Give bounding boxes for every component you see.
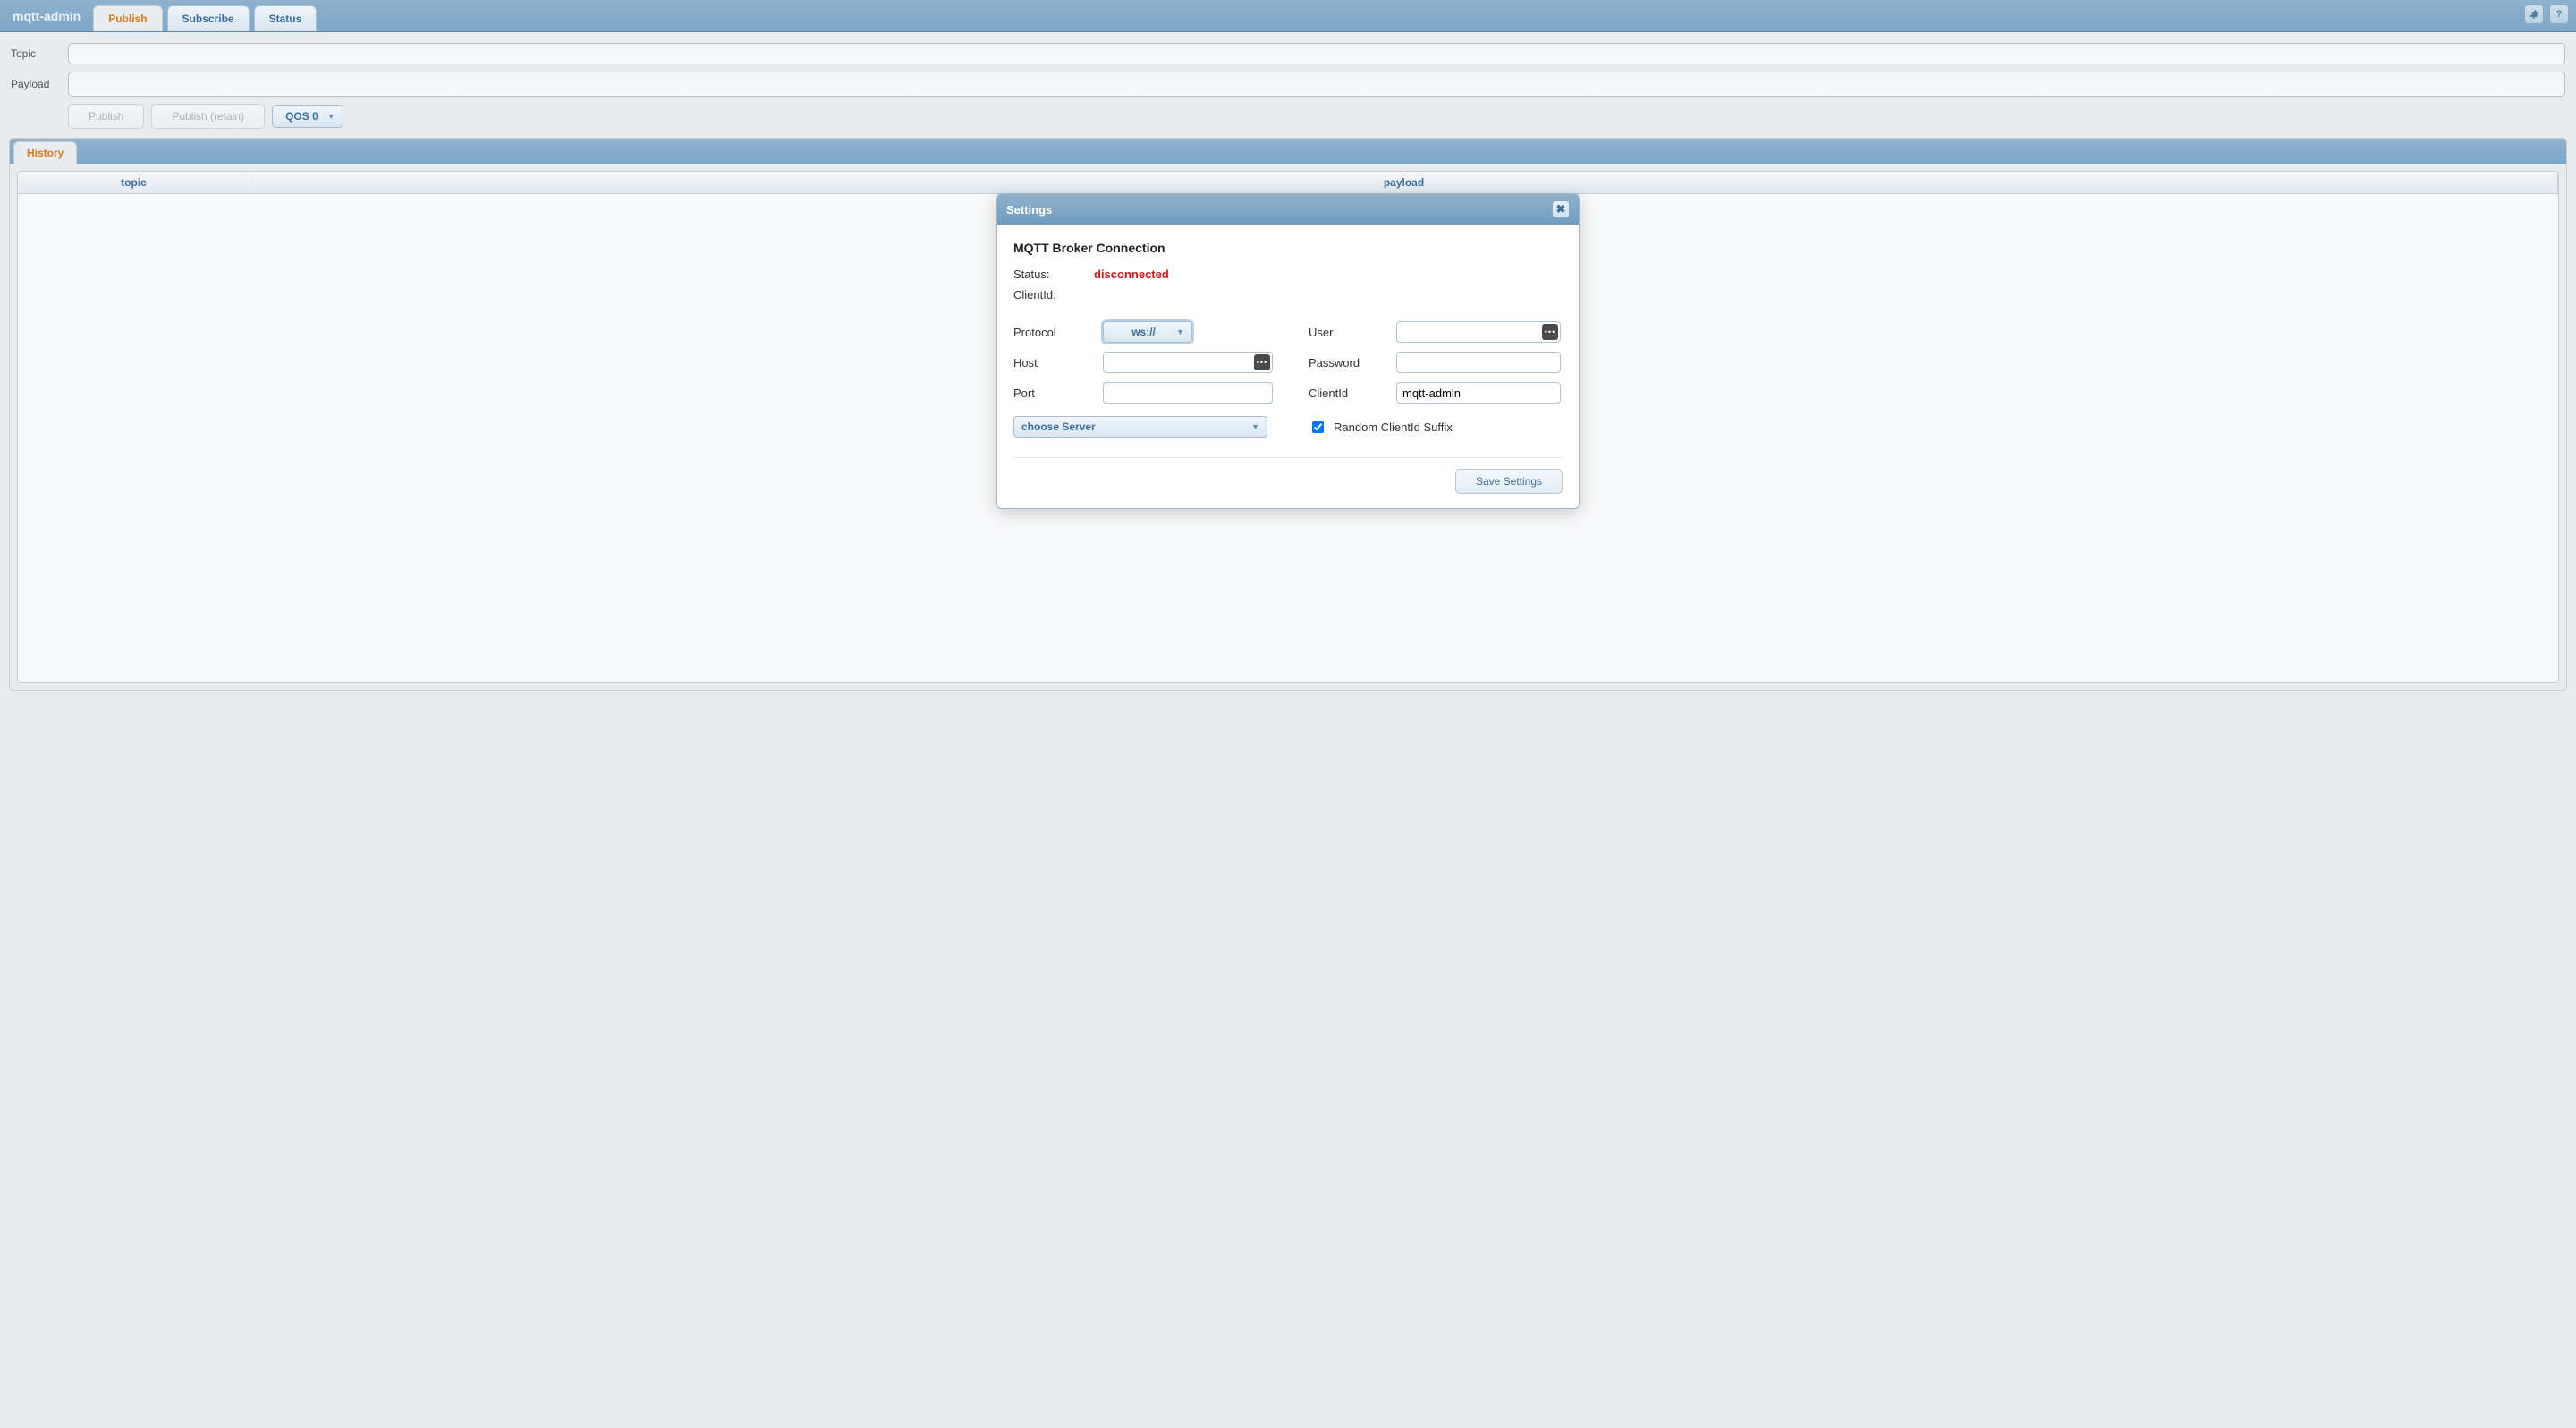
choose-server-label: choose Server [1021,421,1096,433]
payload-label: Payload [11,78,68,90]
status-label: Status: [1013,268,1094,281]
chevron-down-icon: ▼ [1251,422,1259,431]
gear-icon[interactable] [2524,4,2544,24]
protocol-select[interactable]: ws:// ▼ [1103,321,1192,343]
chevron-down-icon: ▼ [327,112,335,121]
clientid-status-label: ClientId: [1013,288,1094,302]
save-settings-button[interactable]: Save Settings [1455,469,1563,494]
publish-retain-button[interactable]: Publish (retain) [151,104,265,129]
qos-select-label: QOS 0 [285,110,318,123]
random-suffix-checkbox[interactable] [1312,421,1324,433]
protocol-label: Protocol [1013,326,1103,339]
top-tabs: Publish Subscribe Status [93,5,317,31]
port-label: Port [1013,387,1103,400]
more-icon[interactable]: ••• [1542,324,1558,340]
host-input[interactable] [1103,352,1273,373]
user-label: User [1309,326,1396,339]
dialog-titlebar[interactable]: Settings ✖ [997,194,1579,225]
qos-select[interactable]: QOS 0 ▼ [272,105,343,128]
dialog-heading: MQTT Broker Connection [1013,241,1563,255]
close-icon[interactable]: ✖ [1552,200,1570,218]
random-suffix-label: Random ClientId Suffix [1334,421,1453,434]
topbar: mqtt-admin Publish Subscribe Status ? [0,0,2576,32]
tab-status[interactable]: Status [254,5,318,31]
host-label: Host [1013,356,1103,370]
app-title: mqtt-admin [13,9,80,31]
clientid-input[interactable] [1396,382,1561,404]
history-col-payload[interactable]: payload [250,172,2558,193]
chevron-down-icon: ▼ [1176,327,1184,336]
clientid-label: ClientId [1309,387,1396,400]
user-input[interactable] [1396,321,1561,343]
tab-publish[interactable]: Publish [93,5,162,31]
status-value: disconnected [1094,268,1169,281]
protocol-select-value: ws:// [1111,326,1176,338]
port-input[interactable] [1103,382,1273,404]
history-col-topic[interactable]: topic [18,172,250,193]
password-label: Password [1309,356,1396,370]
tab-history[interactable]: History [13,141,77,164]
topic-input[interactable] [68,43,2565,64]
choose-server-select[interactable]: choose Server ▼ [1013,416,1267,438]
topbar-right: ? [2524,4,2569,24]
tab-subscribe[interactable]: Subscribe [167,5,250,31]
payload-input[interactable] [68,72,2565,97]
publish-panel: Topic Payload Publish Publish (retain) Q… [0,32,2576,132]
more-icon[interactable]: ••• [1254,354,1270,370]
publish-button[interactable]: Publish [68,104,144,129]
topic-label: Topic [11,47,68,60]
dialog-title-text: Settings [1006,203,1052,217]
password-input[interactable] [1396,352,1561,373]
help-icon[interactable]: ? [2549,4,2569,24]
settings-dialog: Settings ✖ MQTT Broker Connection Status… [996,193,1580,509]
